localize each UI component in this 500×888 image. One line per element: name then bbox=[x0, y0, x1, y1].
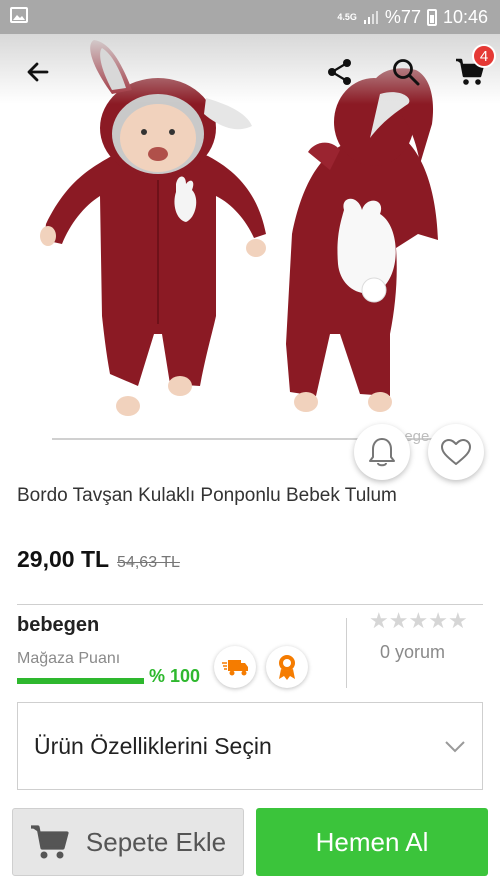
cart-button[interactable]: 4 bbox=[450, 44, 496, 92]
old-price: 54,63 TL bbox=[117, 554, 180, 571]
vertical-divider bbox=[346, 618, 347, 688]
feature-selector[interactable]: Ürün Özelliklerini Seçin bbox=[17, 702, 483, 790]
battery-percent: %77 bbox=[384, 6, 421, 27]
status-bar: 4.5G %77 10:46 bbox=[0, 0, 500, 34]
fast-shipping-badge[interactable] bbox=[214, 646, 256, 688]
star-icon: ★ bbox=[408, 608, 429, 633]
app-bar: 4 bbox=[0, 34, 500, 110]
current-price: 29,00 TL bbox=[17, 546, 110, 572]
battery-icon bbox=[426, 8, 437, 26]
star-icon: ★ bbox=[447, 608, 468, 633]
review-count[interactable]: 0 yorum bbox=[380, 642, 445, 663]
star-icon: ★ bbox=[428, 608, 448, 633]
cart-count-badge: 4 bbox=[472, 44, 496, 68]
fast-shipping-icon bbox=[222, 660, 248, 676]
seller-name[interactable]: bebegen bbox=[17, 614, 99, 637]
add-to-cart-button[interactable]: Sepete Ekle bbox=[12, 808, 244, 876]
award-badge[interactable] bbox=[266, 646, 308, 688]
back-arrow-icon bbox=[27, 62, 49, 82]
award-icon bbox=[279, 655, 295, 680]
search-icon bbox=[393, 59, 420, 86]
store-score-value: % 100 bbox=[149, 666, 201, 686]
clock: 10:46 bbox=[442, 6, 488, 27]
favorite-button[interactable] bbox=[428, 424, 484, 480]
store-score-label: Mağaza Puanı bbox=[17, 650, 121, 667]
signal-icon bbox=[363, 11, 378, 24]
back-button[interactable] bbox=[18, 52, 58, 92]
star-icon: ★ bbox=[369, 608, 389, 633]
cart-icon bbox=[30, 825, 69, 859]
star-icon: ★ bbox=[388, 608, 409, 633]
store-score-bar bbox=[17, 678, 144, 684]
add-to-cart-label: Sepete Ekle bbox=[85, 826, 227, 857]
product-title: Bordo Tavşan Kulaklı Ponponlu Bebek Tulu… bbox=[17, 485, 397, 506]
price-alert-button[interactable] bbox=[354, 424, 410, 480]
buy-now-label: Hemen Al bbox=[315, 826, 429, 857]
divider bbox=[17, 604, 483, 605]
share-button[interactable] bbox=[320, 52, 360, 92]
feature-selector-label: Ürün Özelliklerini Seçin bbox=[34, 733, 272, 759]
bell-icon bbox=[369, 438, 395, 467]
share-icon bbox=[328, 59, 351, 85]
search-button[interactable] bbox=[386, 52, 426, 92]
network-type: 4.5G bbox=[337, 11, 357, 22]
gallery-notification-icon bbox=[10, 7, 28, 23]
chevron-down-icon bbox=[445, 741, 465, 753]
buy-now-button[interactable]: Hemen Al bbox=[256, 808, 488, 876]
star-rating: ★★★★★ bbox=[369, 608, 468, 634]
price-row: 29,00 TL 54,63 TL bbox=[17, 546, 180, 573]
heart-icon bbox=[441, 439, 471, 465]
